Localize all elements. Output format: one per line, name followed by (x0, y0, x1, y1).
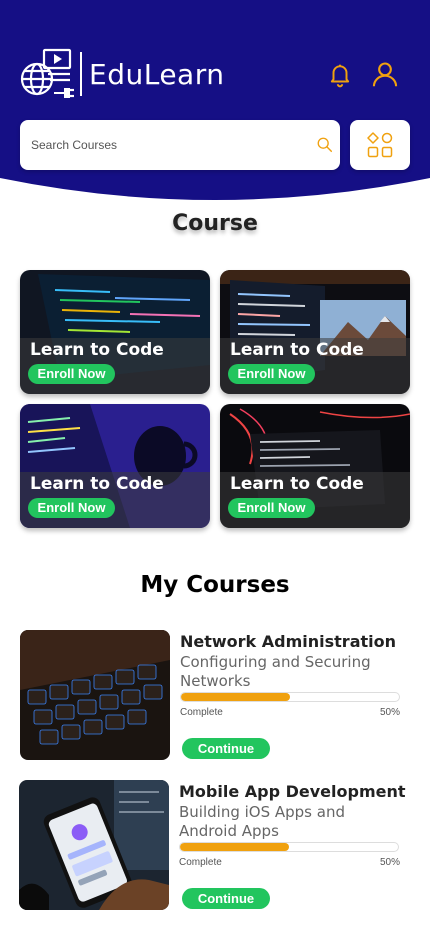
bell-icon[interactable] (327, 62, 353, 88)
course-card[interactable]: Learn to Code Enroll Now (20, 404, 210, 528)
header-background (0, 0, 430, 200)
course-section-title: Course (172, 211, 258, 236)
course-title: Network Administration (180, 632, 397, 651)
progress-percent: 50% (379, 707, 400, 718)
enroll-now-button[interactable]: Enroll Now (228, 364, 315, 384)
card-title: Learn to Code (30, 340, 164, 360)
course-subtitle: Building iOS Apps and Android Apps (179, 803, 345, 840)
phone-image (19, 780, 169, 910)
card-title: Learn to Code (30, 474, 164, 494)
course-thumbnail (20, 630, 170, 760)
course-card[interactable]: Learn to Code Enroll Now (20, 270, 210, 394)
progress-fill (181, 693, 290, 701)
course-title: Mobile App Development (179, 782, 406, 801)
header: EduLearn (0, 0, 430, 215)
user-icon[interactable] (371, 60, 399, 88)
my-course-item[interactable]: Network Administration Configuring and S… (20, 630, 410, 760)
app-title: EduLearn (89, 58, 225, 91)
search-input[interactable] (31, 134, 301, 156)
enroll-now-button[interactable]: Enroll Now (28, 498, 115, 518)
enroll-now-button[interactable]: Enroll Now (228, 498, 315, 518)
course-card[interactable]: Learn to Code Enroll Now (220, 270, 410, 394)
course-thumbnail (19, 780, 169, 910)
keyboard-image (20, 630, 170, 760)
progress-bar (179, 842, 399, 852)
search-icon[interactable] (316, 136, 334, 154)
progress-percent: 50% (379, 857, 400, 868)
card-title: Learn to Code (230, 340, 364, 360)
continue-button[interactable]: Continue (182, 888, 270, 909)
enroll-now-button[interactable]: Enroll Now (28, 364, 115, 384)
grid-icon (367, 132, 393, 158)
continue-button[interactable]: Continue (182, 738, 270, 759)
grid-menu-button[interactable] (350, 120, 410, 170)
card-title: Learn to Code (230, 474, 364, 494)
elearning-logo (20, 48, 74, 98)
progress-fill (180, 843, 289, 851)
course-card[interactable]: Learn to Code Enroll Now (220, 404, 410, 528)
logo-divider (80, 52, 82, 96)
search-bar[interactable] (20, 120, 340, 170)
progress-bar (180, 692, 400, 702)
my-course-item[interactable]: Mobile App Development Building iOS Apps… (19, 780, 410, 910)
progress-label: Complete (179, 857, 222, 868)
progress-label: Complete (180, 707, 223, 718)
my-courses-title: My Courses (140, 572, 290, 598)
course-subtitle: Configuring and Securing Networks (180, 653, 371, 690)
